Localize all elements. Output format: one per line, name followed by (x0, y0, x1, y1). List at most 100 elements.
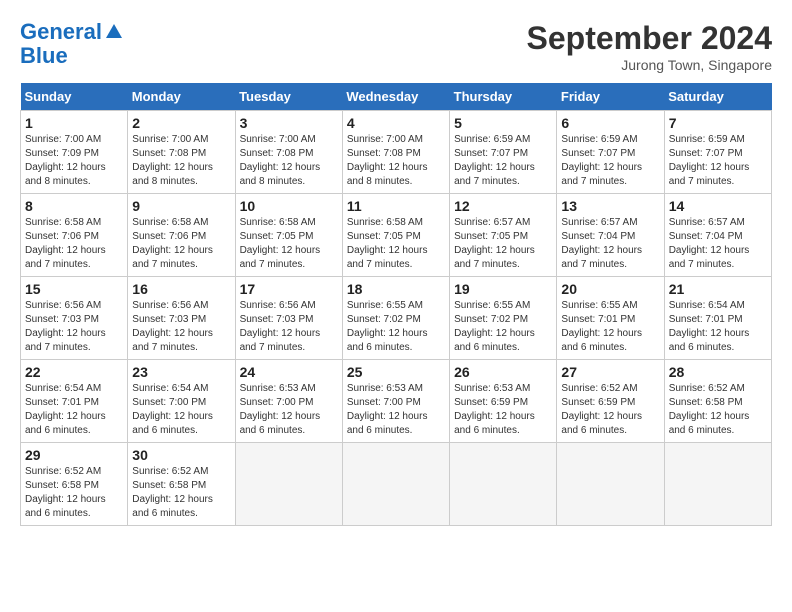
calendar-cell: 5 Sunrise: 6:59 AMSunset: 7:07 PMDayligh… (450, 111, 557, 194)
dow-header: Wednesday (342, 83, 449, 111)
day-number: 22 (25, 364, 123, 380)
calendar-table: SundayMondayTuesdayWednesdayThursdayFrid… (20, 83, 772, 526)
day-info: Sunrise: 6:58 AMSunset: 7:06 PMDaylight:… (132, 217, 213, 270)
day-info: Sunrise: 6:52 AMSunset: 6:58 PMDaylight:… (25, 466, 106, 519)
day-number: 1 (25, 115, 123, 131)
day-number: 30 (132, 447, 230, 463)
calendar-cell: 3 Sunrise: 7:00 AMSunset: 7:08 PMDayligh… (235, 111, 342, 194)
calendar-cell: 11 Sunrise: 6:58 AMSunset: 7:05 PMDaylig… (342, 194, 449, 277)
day-number: 29 (25, 447, 123, 463)
calendar-cell: 19 Sunrise: 6:55 AMSunset: 7:02 PMDaylig… (450, 277, 557, 360)
calendar-cell: 23 Sunrise: 6:54 AMSunset: 7:00 PMDaylig… (128, 360, 235, 443)
calendar-cell: 1 Sunrise: 7:00 AMSunset: 7:09 PMDayligh… (21, 111, 128, 194)
month-title: September 2024 (527, 20, 772, 57)
day-number: 10 (240, 198, 338, 214)
logo-text: GeneralBlue (20, 20, 124, 68)
day-info: Sunrise: 7:00 AMSunset: 7:08 PMDaylight:… (240, 134, 321, 187)
day-number: 24 (240, 364, 338, 380)
day-info: Sunrise: 6:57 AMSunset: 7:05 PMDaylight:… (454, 217, 535, 270)
day-info: Sunrise: 6:56 AMSunset: 7:03 PMDaylight:… (132, 300, 213, 353)
dow-header: Friday (557, 83, 664, 111)
calendar-cell: 24 Sunrise: 6:53 AMSunset: 7:00 PMDaylig… (235, 360, 342, 443)
calendar-cell: 7 Sunrise: 6:59 AMSunset: 7:07 PMDayligh… (664, 111, 771, 194)
day-info: Sunrise: 6:58 AMSunset: 7:06 PMDaylight:… (25, 217, 106, 270)
day-number: 9 (132, 198, 230, 214)
calendar-cell: 2 Sunrise: 7:00 AMSunset: 7:08 PMDayligh… (128, 111, 235, 194)
day-info: Sunrise: 6:56 AMSunset: 7:03 PMDaylight:… (240, 300, 321, 353)
day-info: Sunrise: 7:00 AMSunset: 7:08 PMDaylight:… (347, 134, 428, 187)
calendar-cell: 28 Sunrise: 6:52 AMSunset: 6:58 PMDaylig… (664, 360, 771, 443)
day-number: 18 (347, 281, 445, 297)
calendar-cell: 29 Sunrise: 6:52 AMSunset: 6:58 PMDaylig… (21, 443, 128, 526)
day-info: Sunrise: 7:00 AMSunset: 7:09 PMDaylight:… (25, 134, 106, 187)
day-info: Sunrise: 6:52 AMSunset: 6:58 PMDaylight:… (669, 383, 750, 436)
day-number: 8 (25, 198, 123, 214)
day-number: 13 (561, 198, 659, 214)
page-header: GeneralBlue September 2024 Jurong Town, … (20, 20, 772, 73)
day-info: Sunrise: 6:59 AMSunset: 7:07 PMDaylight:… (454, 134, 535, 187)
calendar-cell (557, 443, 664, 526)
day-number: 3 (240, 115, 338, 131)
day-number: 16 (132, 281, 230, 297)
day-info: Sunrise: 6:52 AMSunset: 6:59 PMDaylight:… (561, 383, 642, 436)
day-number: 19 (454, 281, 552, 297)
calendar-cell: 6 Sunrise: 6:59 AMSunset: 7:07 PMDayligh… (557, 111, 664, 194)
calendar-cell: 25 Sunrise: 6:53 AMSunset: 7:00 PMDaylig… (342, 360, 449, 443)
day-number: 23 (132, 364, 230, 380)
day-info: Sunrise: 6:56 AMSunset: 7:03 PMDaylight:… (25, 300, 106, 353)
logo: GeneralBlue (20, 20, 124, 68)
day-info: Sunrise: 6:57 AMSunset: 7:04 PMDaylight:… (561, 217, 642, 270)
calendar-cell: 9 Sunrise: 6:58 AMSunset: 7:06 PMDayligh… (128, 194, 235, 277)
day-info: Sunrise: 6:54 AMSunset: 7:00 PMDaylight:… (132, 383, 213, 436)
day-number: 20 (561, 281, 659, 297)
calendar-cell: 15 Sunrise: 6:56 AMSunset: 7:03 PMDaylig… (21, 277, 128, 360)
day-number: 27 (561, 364, 659, 380)
day-number: 11 (347, 198, 445, 214)
day-info: Sunrise: 6:58 AMSunset: 7:05 PMDaylight:… (347, 217, 428, 270)
day-info: Sunrise: 6:54 AMSunset: 7:01 PMDaylight:… (669, 300, 750, 353)
day-number: 5 (454, 115, 552, 131)
calendar-cell: 27 Sunrise: 6:52 AMSunset: 6:59 PMDaylig… (557, 360, 664, 443)
calendar-cell: 14 Sunrise: 6:57 AMSunset: 7:04 PMDaylig… (664, 194, 771, 277)
calendar-cell: 26 Sunrise: 6:53 AMSunset: 6:59 PMDaylig… (450, 360, 557, 443)
day-info: Sunrise: 7:00 AMSunset: 7:08 PMDaylight:… (132, 134, 213, 187)
day-number: 2 (132, 115, 230, 131)
calendar-cell: 17 Sunrise: 6:56 AMSunset: 7:03 PMDaylig… (235, 277, 342, 360)
day-number: 12 (454, 198, 552, 214)
calendar-cell (664, 443, 771, 526)
calendar-cell (342, 443, 449, 526)
day-number: 15 (25, 281, 123, 297)
day-info: Sunrise: 6:53 AMSunset: 7:00 PMDaylight:… (240, 383, 321, 436)
day-number: 28 (669, 364, 767, 380)
day-info: Sunrise: 6:55 AMSunset: 7:02 PMDaylight:… (454, 300, 535, 353)
calendar-cell (450, 443, 557, 526)
day-info: Sunrise: 6:59 AMSunset: 7:07 PMDaylight:… (561, 134, 642, 187)
dow-header: Sunday (21, 83, 128, 111)
calendar-cell: 16 Sunrise: 6:56 AMSunset: 7:03 PMDaylig… (128, 277, 235, 360)
day-number: 4 (347, 115, 445, 131)
day-info: Sunrise: 6:53 AMSunset: 6:59 PMDaylight:… (454, 383, 535, 436)
location-subtitle: Jurong Town, Singapore (527, 57, 772, 73)
day-info: Sunrise: 6:54 AMSunset: 7:01 PMDaylight:… (25, 383, 106, 436)
title-block: September 2024 Jurong Town, Singapore (527, 20, 772, 73)
calendar-cell (235, 443, 342, 526)
day-info: Sunrise: 6:57 AMSunset: 7:04 PMDaylight:… (669, 217, 750, 270)
calendar-cell: 8 Sunrise: 6:58 AMSunset: 7:06 PMDayligh… (21, 194, 128, 277)
day-info: Sunrise: 6:58 AMSunset: 7:05 PMDaylight:… (240, 217, 321, 270)
day-number: 25 (347, 364, 445, 380)
calendar-cell: 12 Sunrise: 6:57 AMSunset: 7:05 PMDaylig… (450, 194, 557, 277)
calendar-cell: 21 Sunrise: 6:54 AMSunset: 7:01 PMDaylig… (664, 277, 771, 360)
dow-header: Thursday (450, 83, 557, 111)
day-info: Sunrise: 6:53 AMSunset: 7:00 PMDaylight:… (347, 383, 428, 436)
calendar-cell: 4 Sunrise: 7:00 AMSunset: 7:08 PMDayligh… (342, 111, 449, 194)
day-number: 7 (669, 115, 767, 131)
calendar-cell: 20 Sunrise: 6:55 AMSunset: 7:01 PMDaylig… (557, 277, 664, 360)
day-number: 21 (669, 281, 767, 297)
day-number: 26 (454, 364, 552, 380)
calendar-cell: 22 Sunrise: 6:54 AMSunset: 7:01 PMDaylig… (21, 360, 128, 443)
day-info: Sunrise: 6:59 AMSunset: 7:07 PMDaylight:… (669, 134, 750, 187)
calendar-cell: 18 Sunrise: 6:55 AMSunset: 7:02 PMDaylig… (342, 277, 449, 360)
day-number: 6 (561, 115, 659, 131)
day-info: Sunrise: 6:55 AMSunset: 7:01 PMDaylight:… (561, 300, 642, 353)
day-info: Sunrise: 6:55 AMSunset: 7:02 PMDaylight:… (347, 300, 428, 353)
